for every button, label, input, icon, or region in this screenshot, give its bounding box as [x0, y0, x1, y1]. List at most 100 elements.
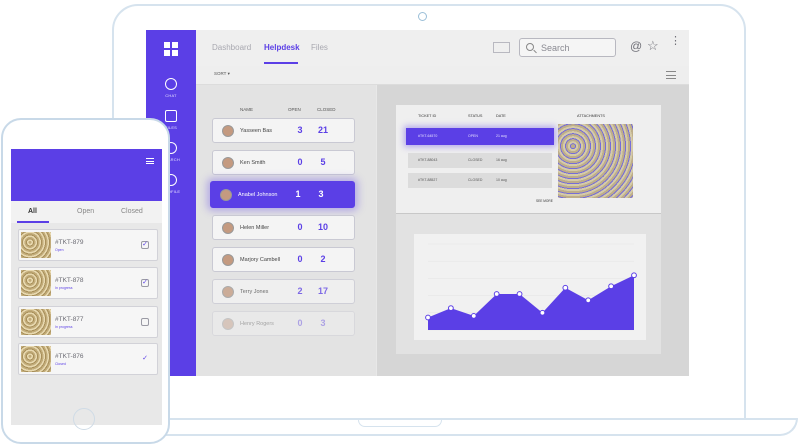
- ticket-status: OPEN: [468, 134, 478, 138]
- tab-all[interactable]: All: [28, 208, 37, 215]
- sort-dropdown[interactable]: SORT ▾: [214, 71, 230, 77]
- agent-name: Marjory Cambell: [240, 257, 281, 263]
- column-header-attachments: ATTACHMENTS: [577, 114, 605, 118]
- ticket-card[interactable]: #TKT-879 Open ✓: [18, 229, 158, 261]
- agent-row[interactable]: Henry Rogers 0 3: [212, 311, 355, 336]
- agent-name: Ken Smith: [240, 160, 266, 166]
- column-header-date: DATE: [496, 114, 506, 118]
- agent-name: Henry Rogers: [240, 321, 274, 327]
- chart-area-fill: [428, 275, 634, 330]
- checkbox-checked[interactable]: ✓: [141, 241, 149, 249]
- panel-toggle-icon[interactable]: [493, 42, 510, 53]
- ticket-card[interactable]: #TKT-877 In progress: [18, 306, 158, 338]
- ticket-row[interactable]: #TKT-88527 CLOSED 10 aug: [408, 173, 552, 188]
- column-header-ticket-id: TICKET ID: [418, 114, 437, 118]
- ticket-id: #TKT-876: [55, 353, 84, 360]
- agent-open-count: 1: [295, 189, 301, 199]
- checkbox-checked[interactable]: ✓: [141, 279, 149, 287]
- sidebar-item-label: CHAT: [165, 93, 177, 98]
- agent-open-count: 0: [297, 254, 303, 264]
- column-header-status: STATUS: [468, 114, 483, 118]
- laptop-notch: [358, 420, 442, 427]
- star-icon[interactable]: ☆: [647, 38, 659, 54]
- tab-files[interactable]: Files: [311, 43, 328, 52]
- agent-row[interactable]: Helen Miller 0 10: [212, 215, 355, 240]
- attachment-image[interactable]: [558, 124, 633, 198]
- search-input[interactable]: Search: [519, 38, 616, 57]
- avatar: [222, 254, 234, 266]
- chart-point: [470, 313, 477, 319]
- laptop-screen: CHAT FILES SEARCH PROFILE Dashboard Help…: [146, 30, 689, 376]
- agent-row[interactable]: Ken Smith 0 5: [212, 150, 355, 175]
- column-header-closed: CLOSED: [317, 107, 336, 112]
- ticket-thumbnail: [21, 346, 51, 372]
- ticket-date: 16 aug: [496, 158, 507, 162]
- avatar: [222, 157, 234, 169]
- agent-open-count: 0: [297, 318, 303, 328]
- ticket-id: #TKT-88043: [418, 158, 438, 162]
- agent-closed-count: 5: [320, 157, 326, 167]
- phone-tabs: All Open Closed: [11, 201, 162, 223]
- agent-row-selected[interactable]: Anabel Johnson 1 3: [210, 181, 355, 208]
- sidebar-item-chat[interactable]: CHAT: [146, 78, 196, 98]
- tab-open[interactable]: Open: [77, 208, 94, 215]
- sub-bar: SORT ▾: [196, 66, 689, 85]
- ticket-status: In progress: [55, 325, 73, 329]
- ticket-row[interactable]: #TKT-88043 CLOSED 16 aug: [408, 153, 552, 168]
- search-icon: [526, 43, 534, 51]
- ticket-date: 10 aug: [496, 178, 507, 182]
- top-bar: Dashboard Helpdesk Files Search @ ☆ ⋮: [196, 30, 689, 67]
- menu-icon[interactable]: [666, 71, 676, 79]
- agent-name: Yasseen Bas: [240, 128, 273, 134]
- column-header-open: OPEN: [288, 107, 301, 112]
- phone-header: [11, 149, 162, 201]
- column-header-name: NAME: [240, 107, 254, 112]
- agent-open-count: 3: [297, 125, 303, 135]
- chart-point: [447, 305, 454, 312]
- agents-panel: NAME OPEN CLOSED Yasseen Bas 3 21 Ken Sm…: [196, 85, 376, 376]
- agent-name: Anabel Johnson: [238, 192, 278, 198]
- avatar: [222, 222, 234, 234]
- agent-row[interactable]: Yasseen Bas 3 21: [212, 118, 355, 143]
- search-placeholder: Search: [541, 43, 570, 53]
- agent-row[interactable]: Marjory Cambell 0 2: [212, 247, 355, 272]
- ticket-date: 21 aug: [496, 134, 507, 138]
- agent-row[interactable]: Terry Jones 2 17: [212, 279, 355, 304]
- avatar: [220, 189, 232, 201]
- tab-dashboard[interactable]: Dashboard: [212, 43, 251, 52]
- agent-open-count: 0: [297, 157, 303, 167]
- chart-point: [493, 291, 500, 297]
- ticket-thumbnail: [21, 270, 51, 296]
- app-grid-icon[interactable]: [164, 42, 178, 56]
- home-button[interactable]: [73, 408, 95, 430]
- agent-closed-count: 3: [320, 318, 326, 328]
- chart-point: [562, 284, 569, 291]
- ticket-card[interactable]: #TKT-876 Closed ✓: [18, 343, 158, 375]
- tab-helpdesk[interactable]: Helpdesk: [264, 43, 300, 52]
- agent-closed-count: 10: [317, 222, 328, 232]
- agent-open-count: 2: [297, 286, 303, 296]
- camera-icon: [418, 12, 427, 21]
- agent-name: Helen Miller: [240, 225, 270, 231]
- menu-icon[interactable]: [146, 158, 154, 164]
- agent-name: Terry Jones: [240, 289, 269, 295]
- more-icon[interactable]: ⋮: [670, 36, 681, 47]
- checkbox-checked[interactable]: ✓: [141, 355, 149, 363]
- phone-screen: All Open Closed #TKT-879 Open ✓ #TKT-878…: [11, 149, 162, 425]
- ticket-id: #TKT-877: [55, 316, 84, 323]
- ticket-status: CLOSED: [468, 158, 483, 162]
- agent-open-count: 0: [297, 222, 303, 232]
- mention-icon[interactable]: @: [630, 39, 642, 53]
- see-more-link[interactable]: SEE MORE: [536, 199, 553, 203]
- agent-closed-count: 2: [320, 254, 326, 264]
- active-tab-underline: [264, 62, 298, 64]
- ticket-id: #TKT-879: [55, 239, 84, 246]
- agent-closed-count: 21: [317, 125, 328, 135]
- ticket-row-selected[interactable]: #TKT-64570 OPEN 21 aug: [406, 128, 554, 145]
- ticket-card[interactable]: #TKT-878 In progress ✓: [18, 267, 158, 299]
- chart-point: [539, 309, 546, 316]
- ticket-status: CLOSED: [468, 178, 483, 182]
- checkbox-unchecked[interactable]: [141, 318, 149, 326]
- chart-point: [608, 283, 615, 290]
- tab-closed[interactable]: Closed: [121, 208, 143, 215]
